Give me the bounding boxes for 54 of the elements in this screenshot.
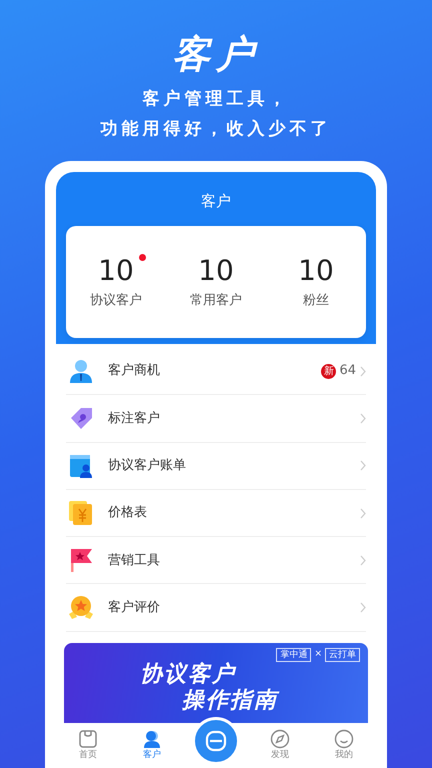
menu-label: 标注客户 [108,410,161,428]
chevron-right-icon [360,508,366,519]
medal-icon [68,594,94,621]
chevron-right-icon [360,460,366,472]
new-badge: 新 [321,364,336,379]
brand-tag: 云打单 [325,648,360,662]
guide-banner[interactable]: 掌中通 × 云打单 协议客户 操作指南 [64,642,368,723]
menu-row[interactable]: 协议客户账单 [66,442,366,490]
stat-item[interactable]: 10 协议客户 [66,254,166,310]
menu-label: 客户评价 [108,598,161,617]
brand-tag: 掌中通 [276,648,312,662]
stat-value: 10 [198,254,234,287]
stat-item[interactable]: 10 粉丝 [266,254,366,310]
promo-title: 客户 [172,31,260,78]
menu-label: 客户商机 [108,362,161,380]
screen-title: 客户 [201,191,231,211]
tab-button[interactable]: 首页 [56,728,120,761]
person-icon [68,358,94,384]
chevron-right-icon [360,412,366,424]
chevron-right-icon [360,602,366,614]
banner-headline: 协议客户 [140,662,238,688]
chevron-right-icon [360,366,366,377]
menu-row[interactable]: 客户商机 新 64 [66,348,366,396]
contact-card-icon [68,452,94,479]
menu-row[interactable]: 价格表 [66,490,366,538]
stat-value: 10 [298,254,334,287]
menu-label: 价格表 [108,504,148,522]
bag-icon [78,728,98,749]
stat-item[interactable]: 10 常用客户 [166,254,266,310]
count-label: 64 [339,362,356,380]
flag-icon [68,547,94,574]
menu-row[interactable]: 标注客户 [66,395,366,443]
tag-icon [68,405,94,432]
promo-subtitle: 功能用得好，收入少不了 [100,118,332,140]
promo-subtitle: 客户管理工具， [142,88,290,110]
yen-card-icon [68,500,94,526]
tab-button[interactable]: 客户 [120,728,184,761]
chevron-right-icon [360,554,366,566]
banner-headline: 操作指南 [182,688,280,714]
stat-label: 协议客户 [90,292,142,310]
scan-icon [204,728,228,753]
menu-label: 营销工具 [108,552,161,570]
tab-button[interactable]: 发现 [248,728,312,761]
compass-icon [270,728,290,749]
smile-icon [334,728,354,749]
menu-row[interactable]: 客户评价 [66,584,366,632]
menu-row[interactable]: 营销工具 [66,537,366,584]
times-sign: × [314,648,322,662]
stat-value: 10 [98,254,134,287]
tab-button[interactable]: 我的 [312,728,376,761]
stat-label: 粉丝 [303,292,329,310]
menu-label: 协议客户账单 [108,456,187,475]
person-icon [142,728,162,749]
stat-label: 常用客户 [190,292,242,310]
